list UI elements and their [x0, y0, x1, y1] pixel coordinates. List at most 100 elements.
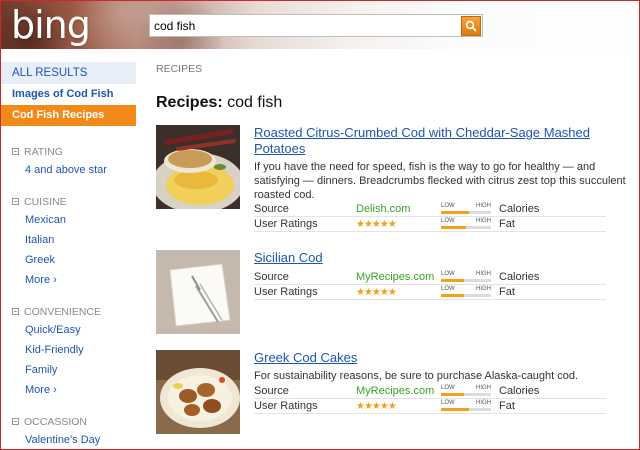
fat-label: Fat [499, 286, 515, 298]
search-input[interactable] [154, 17, 454, 35]
calories-label: Calories [499, 385, 540, 397]
recipe-thumbnail[interactable] [156, 250, 240, 334]
main-content: RECIPES Recipes: cod fish Roasted Citrus… [156, 62, 626, 434]
recipe-body: Sicilian Cod Source MyRecipes.com LOW HI… [254, 250, 626, 300]
header: bing [1, 1, 639, 49]
recipe-thumbnail[interactable] [156, 350, 240, 434]
star-rating: ★★★★★ [356, 219, 397, 230]
recipe-description: If you have the need for speed, fish is … [254, 161, 626, 201]
facet-link[interactable]: Mexican [1, 210, 136, 230]
nav-all-results[interactable]: ALL RESULTS [1, 62, 136, 84]
facet-list: RATING 4 and above star CUISINE Mexican Ital… [1, 144, 136, 449]
fat-meter: LOW HIGH [441, 218, 491, 230]
calories-fill [441, 279, 464, 282]
facet-heading-label: RATING [24, 146, 63, 158]
meter-high-label: HIGH [476, 400, 491, 406]
recipe-title-link[interactable]: Roasted Citrus-Crumbed Cod with Cheddar-… [254, 125, 626, 157]
recipe-thumbnail[interactable] [156, 125, 240, 209]
facet-heading-label: OCCASSION [24, 416, 88, 428]
ratings-label: User Ratings [254, 400, 318, 412]
page-title-query: cod fish [227, 94, 283, 111]
collapse-icon [12, 148, 19, 155]
collapse-icon [12, 308, 19, 315]
page-title: Recipes: cod fish [156, 92, 626, 114]
meter-low-label: LOW [441, 385, 455, 391]
meter-low-label: LOW [441, 271, 455, 277]
source-link[interactable]: MyRecipes.com [356, 270, 434, 285]
recipe-ratings-row: User Ratings ★★★★★ LOW HIGH Fat [254, 399, 606, 414]
meter-low-label: LOW [441, 286, 455, 292]
breadcrumb: RECIPES [156, 63, 203, 75]
facet-link[interactable]: More › [1, 270, 136, 290]
meter-low-label: LOW [441, 203, 455, 209]
recipe-ratings-row: User Ratings ★★★★★ LOW HIGH Fat [254, 285, 606, 300]
facet-link[interactable]: Greek [1, 250, 136, 270]
recipe-body: Greek Cod Cakes For sustainability reaso… [254, 350, 626, 414]
recipe-description: For sustainability reasons, be sure to p… [254, 370, 579, 382]
source-label: Source [254, 203, 289, 215]
calories-meter: LOW HIGH [441, 385, 491, 397]
ratings-label: User Ratings [254, 218, 318, 230]
nav-recipes-active[interactable]: Cod Fish Recipes [1, 105, 136, 126]
facet-heading[interactable]: OCCASSION [1, 414, 136, 430]
recipe-body: Roasted Citrus-Crumbed Cod with Cheddar-… [254, 125, 626, 232]
collapse-icon [12, 418, 19, 425]
facet-group: CUISINE Mexican Italian Greek More › [1, 194, 136, 290]
meter-high-label: HIGH [476, 286, 491, 292]
recipe-source-row: Source MyRecipes.com LOW HIGH Calories [254, 384, 606, 399]
meter-high-label: HIGH [476, 218, 491, 224]
facet-link[interactable]: Quick/Easy [1, 320, 136, 340]
facet-link[interactable]: Italian [1, 230, 136, 250]
calories-fill [441, 393, 464, 396]
facet-link[interactable]: Valentine's Day [1, 430, 136, 449]
recipe-source-row: Source Delish.com LOW HIGH Calories [254, 202, 606, 217]
facet-heading-label: CONVENIENCE [24, 306, 102, 318]
fat-meter: LOW HIGH [441, 286, 491, 298]
calories-meter: LOW HIGH [441, 203, 491, 215]
page-title-label: Recipes: [156, 94, 223, 111]
facet-heading[interactable]: RATING [1, 144, 136, 160]
search-icon [465, 20, 477, 32]
calories-meter: LOW HIGH [441, 271, 491, 283]
fat-fill [441, 294, 464, 297]
facet-link[interactable]: Kid-Friendly [1, 340, 136, 360]
facet-group: OCCASSIONValentine's DaySummer [1, 414, 136, 449]
facet-group: CONVENIENCE Quick/Easy Kid-Friendly Family M… [1, 304, 136, 400]
meter-high-label: HIGH [476, 385, 491, 391]
fat-label: Fat [499, 218, 515, 230]
search-button[interactable] [461, 16, 481, 36]
facet-link[interactable]: Family [1, 360, 136, 380]
facet-link[interactable]: More › [1, 380, 136, 400]
fat-fill [441, 408, 469, 411]
facet-heading[interactable]: CUISINE [1, 194, 136, 210]
facet-group: RATING 4 and above star [1, 144, 136, 180]
calories-fill [441, 211, 469, 214]
meter-low-label: LOW [441, 218, 455, 224]
recipe-ratings-row: User Ratings ★★★★★ LOW HIGH Fat [254, 217, 606, 232]
bing-logo[interactable]: bing [11, 3, 91, 47]
source-label: Source [254, 271, 289, 283]
facet-heading-label: CUISINE [24, 196, 67, 208]
source-link[interactable]: MyRecipes.com [356, 384, 434, 399]
star-rating: ★★★★★ [356, 401, 397, 412]
meter-high-label: HIGH [476, 271, 491, 277]
source-link[interactable]: Delish.com [356, 202, 410, 217]
meter-low-label: LOW [441, 400, 455, 406]
calories-label: Calories [499, 271, 540, 283]
source-label: Source [254, 385, 289, 397]
star-rating: ★★★★★ [356, 287, 397, 298]
sidebar: ALL RESULTS Images of Cod Fish Cod Fish … [1, 62, 136, 449]
facet-link[interactable]: 4 and above star [1, 160, 136, 180]
recipe-source-row: Source MyRecipes.com LOW HIGH Calories [254, 270, 606, 285]
meter-high-label: HIGH [476, 203, 491, 209]
nav-images[interactable]: Images of Cod Fish [1, 84, 136, 105]
search-box [149, 14, 483, 37]
recipe-title-link[interactable]: Greek Cod Cakes [254, 350, 626, 366]
collapse-icon [12, 198, 19, 205]
fat-fill [441, 226, 466, 229]
fat-label: Fat [499, 400, 515, 412]
ratings-label: User Ratings [254, 286, 318, 298]
recipe-title-link[interactable]: Sicilian Cod [254, 250, 626, 266]
browser-frame: bing ALL RESULTS Images of Cod Fish Cod … [0, 0, 640, 450]
facet-heading[interactable]: CONVENIENCE [1, 304, 136, 320]
